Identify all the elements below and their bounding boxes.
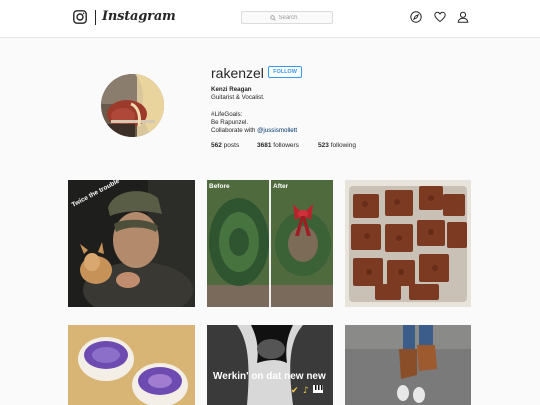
- user-icon[interactable]: [457, 11, 469, 23]
- bio-line: Be Rapunzel.: [211, 118, 249, 126]
- bio-line: Guitarist & Vocalist.: [211, 94, 265, 102]
- profile-full-name: Kenzi Reagan: [211, 86, 252, 93]
- checkmark-emoji-icon: ✔: [291, 386, 299, 396]
- followers-count: 3681: [257, 142, 272, 149]
- logo-divider: [95, 10, 96, 25]
- heart-icon[interactable]: [434, 11, 446, 23]
- bio-collab-prefix: Collaborate with: [211, 127, 258, 135]
- before-label: Before: [209, 183, 230, 190]
- followers-label: followers: [271, 142, 299, 149]
- compass-icon[interactable]: [410, 11, 422, 23]
- stat-following[interactable]: 523 following: [318, 142, 356, 149]
- post-tile[interactable]: [345, 180, 471, 307]
- music-note-emoji-icon: ♪: [303, 386, 309, 396]
- posts-count: 562: [211, 142, 222, 149]
- post-tile[interactable]: Before After: [207, 180, 333, 307]
- instagram-wordmark[interactable]: Instagram: [102, 9, 176, 24]
- after-label: After: [273, 183, 289, 190]
- profile-bio: Kenzi Reagan Guitarist & Vocalist. #Life…: [211, 86, 297, 135]
- profile-username: rakenzel: [211, 65, 264, 81]
- search-icon: [269, 14, 276, 21]
- following-label: following: [328, 142, 356, 149]
- stat-posts: 562 posts: [211, 142, 257, 149]
- profile-avatar[interactable]: [101, 74, 164, 137]
- posts-label: posts: [221, 142, 240, 149]
- bio-collab-line: Collaborate with @jussismollett: [211, 127, 297, 135]
- bio-spacer: [211, 102, 297, 110]
- bio-line: #LifeGoals:: [211, 110, 243, 118]
- top-navigation-bar: Instagram: [0, 0, 540, 38]
- follow-button[interactable]: FOLLOW: [268, 66, 302, 78]
- following-count: 523: [318, 142, 329, 149]
- camera-icon[interactable]: [73, 10, 87, 24]
- search-input[interactable]: [278, 14, 305, 21]
- bio-mention-link[interactable]: @jussismollett: [257, 127, 297, 134]
- stat-followers[interactable]: 3681 followers: [257, 142, 318, 149]
- post-caption-overlay: Werkin' on dat new new: [213, 371, 326, 382]
- post-tile[interactable]: Werkin' on dat new new ✔ ♪: [207, 319, 333, 405]
- post-tile[interactable]: [68, 319, 195, 405]
- post-tile[interactable]: Twice the trouble: [68, 180, 195, 307]
- post-tile[interactable]: [345, 319, 471, 405]
- search-box[interactable]: [241, 11, 333, 24]
- profile-stats: 562 posts 3681 followers 523 following: [211, 142, 356, 149]
